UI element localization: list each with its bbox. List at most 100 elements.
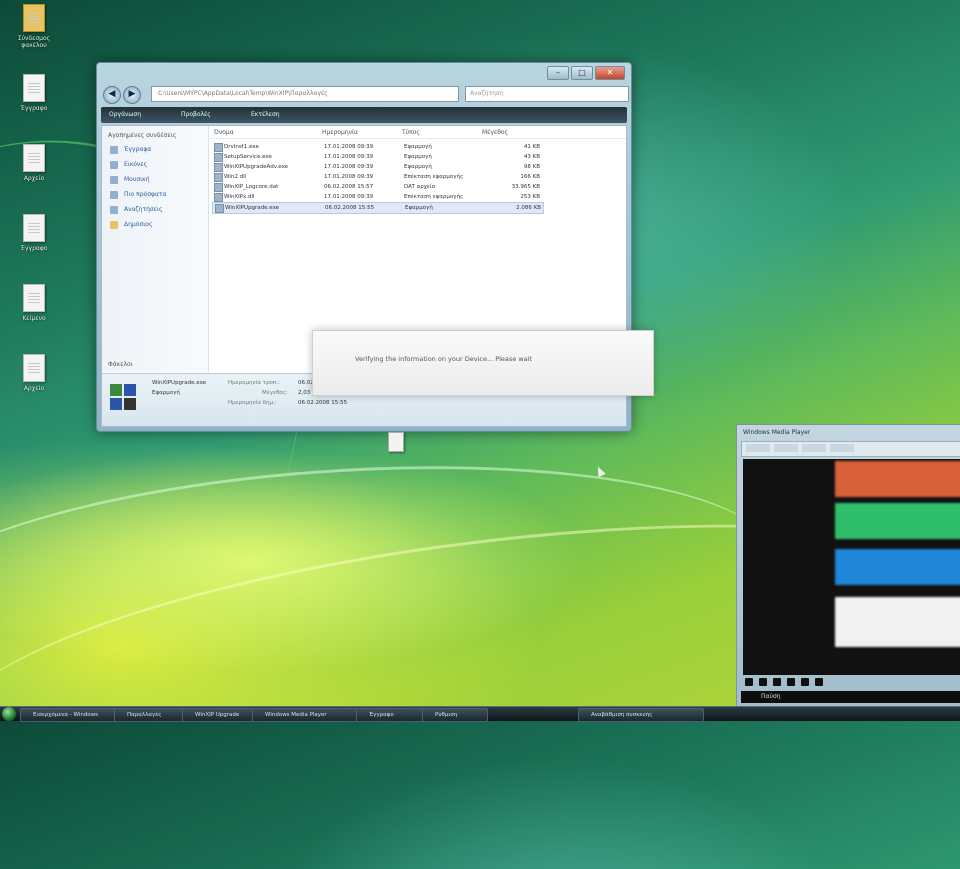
file-icon	[214, 183, 223, 192]
file-row[interactable]: WinXIPUpgradeAdv.exe 17.01.2008 09:39 Εφαρ…	[212, 162, 542, 172]
maximize-button[interactable]: □	[571, 66, 593, 80]
nav-item-searches[interactable]: Αναζητήσεις	[102, 203, 208, 218]
details-modified-label: Ημερομηνία τροπ.:	[228, 380, 280, 386]
player-status: Παύση	[741, 691, 960, 703]
media-player-window[interactable]: Windows Media Player Παύση	[736, 424, 960, 708]
document-icon	[23, 284, 45, 312]
command-toolbar: Οργάνωση Προβολές Εκτέλεση	[101, 107, 627, 123]
views-button[interactable]: Προβολές	[181, 110, 211, 120]
file-size: 41 KB	[523, 144, 540, 150]
desktop-icon-label: Έγγραφο	[20, 245, 48, 252]
minimize-button[interactable]: –	[547, 66, 569, 80]
start-button[interactable]	[2, 707, 16, 721]
address-bar[interactable]: C:\Users\MYPC\AppData\Local\Temp\WinXIP\…	[151, 86, 459, 102]
file-type: DAT αρχείο	[404, 184, 436, 190]
file-date: 17.01.2008 09:39	[324, 144, 374, 150]
column-header-size[interactable]: Μέγεθος	[482, 129, 508, 136]
desktop-icon-label: Σύνδεσμος φακέλου	[17, 35, 51, 49]
file-icon	[214, 143, 223, 152]
file-icon	[214, 153, 223, 162]
nav-item-label: Μουσική	[124, 176, 150, 183]
nav-item-music[interactable]: Μουσική	[102, 173, 208, 188]
column-header-type[interactable]: Τύπος	[402, 129, 420, 136]
file-row[interactable]: WinXIPx.dll 17.01.2008 09:39 Επέκταση εφαρ…	[212, 192, 542, 202]
nav-item-documents[interactable]: Έγγραφα	[102, 143, 208, 158]
file-date: 17.01.2008 09:39	[324, 164, 374, 170]
file-row[interactable]: DrvInst1.exe 17.01.2008 09:39 Εφαρμογή 41 K…	[212, 142, 542, 152]
next-button[interactable]	[787, 678, 795, 686]
file-icon	[214, 163, 223, 172]
column-header-date[interactable]: Ημερομηνία	[322, 129, 358, 136]
file-type: Επέκταση εφαρμογής	[404, 174, 464, 180]
desktop-icon[interactable]: Έγγραφο	[14, 74, 54, 112]
file-name: WinXIPUpgrade.exe	[225, 205, 280, 211]
folders-toggle[interactable]: Φάκελοι	[108, 361, 133, 368]
run-button[interactable]: Εκτέλεση	[251, 110, 280, 120]
notification-message: Verifying the information on your Device…	[355, 355, 533, 363]
nav-item-recent[interactable]: Πιο πρόσφατα	[102, 188, 208, 203]
desktop-icon[interactable]: Σύνδεσμος φακέλου	[14, 4, 54, 49]
wallpaper-swoosh	[0, 438, 788, 745]
desktop-icon[interactable]: Αρχείο	[14, 354, 54, 392]
file-date: 06.02.2008 15:55	[325, 205, 375, 211]
file-type: Εφαρμογή	[404, 144, 432, 150]
forward-button[interactable]: ▶	[123, 86, 141, 104]
file-size: 33.965 KB	[511, 184, 540, 190]
document-icon	[23, 354, 45, 382]
file-size: 253 KB	[520, 194, 540, 200]
desktop-file-icon[interactable]	[388, 432, 408, 454]
file-type: Εφαρμογή	[404, 154, 432, 160]
volume-icon[interactable]	[815, 678, 823, 686]
nav-item-pictures[interactable]: Εικόνες	[102, 158, 208, 173]
desktop-icon[interactable]: Κείμενο	[14, 284, 54, 322]
file-size: 98 KB	[523, 164, 540, 170]
file-row[interactable]: SetupService.exe 17.01.2008 09:39 Εφαρμογή…	[212, 152, 542, 162]
video-area[interactable]	[743, 459, 960, 675]
file-row[interactable]: WinXIP_Logcore.dat 06.02.2008 15:57 DAT αρ…	[212, 182, 542, 192]
file-row[interactable]: Win2.dll 17.01.2008 09:39 Επέκταση εφαρμογ…	[212, 172, 542, 182]
file-date: 06.02.2008 15:57	[324, 184, 374, 190]
window-controls: – □ ✕	[547, 66, 625, 80]
column-header-row: Όνομα Ημερομηνία Τύπος Μέγεθος	[210, 128, 626, 139]
desktop-icon[interactable]: Έγγραφο	[14, 214, 54, 252]
document-icon	[23, 144, 45, 172]
video-color-band	[835, 461, 960, 497]
player-menubar	[741, 441, 960, 457]
nav-item-label: Αναζητήσεις	[124, 206, 163, 213]
organize-button[interactable]: Οργάνωση	[109, 110, 141, 120]
file-name: WinXIP_Logcore.dat	[224, 184, 279, 190]
video-color-band	[835, 549, 960, 585]
file-size: 43 KB	[523, 154, 540, 160]
desktop-icon-label: Κείμενο	[22, 315, 46, 322]
stop-button[interactable]	[759, 678, 767, 686]
desktop-icon[interactable]: Αρχείο	[14, 144, 54, 182]
previous-button[interactable]	[773, 678, 781, 686]
file-name: SetupService.exe	[224, 154, 272, 160]
details-created-value: 06.02.2008 15:55	[298, 400, 348, 406]
search-input[interactable]: Αναζήτηση	[465, 86, 629, 102]
file-date: 17.01.2008 09:39	[324, 154, 374, 160]
player-menu-item[interactable]	[830, 444, 854, 452]
nav-item-public[interactable]: Δημόσιος	[102, 218, 208, 233]
player-menu-item[interactable]	[746, 444, 770, 452]
mouse-cursor-icon	[594, 464, 606, 478]
close-button[interactable]: ✕	[595, 66, 625, 80]
desktop-icon-label: Έγγραφο	[20, 105, 48, 112]
player-menu-item[interactable]	[802, 444, 826, 452]
window-titlebar[interactable]: – □ ✕	[97, 63, 631, 83]
back-button[interactable]: ◀	[103, 86, 121, 104]
verification-notification: Verifying the information on your Device…	[312, 330, 654, 396]
file-date: 17.01.2008 09:39	[324, 174, 374, 180]
nav-item-label: Έγγραφα	[124, 146, 152, 153]
file-name: Win2.dll	[224, 174, 247, 180]
favorite-links-header: Αγαπημένες συνδέσεις	[108, 132, 177, 139]
searches-icon	[110, 206, 118, 214]
file-row[interactable]: WinXIPUpgrade.exe 06.02.2008 15:55 Εφαρμογ…	[212, 202, 544, 214]
player-menu-item[interactable]	[774, 444, 798, 452]
column-header-name[interactable]: Όνομα	[214, 129, 234, 136]
music-icon	[110, 176, 118, 184]
file-icon	[214, 193, 223, 202]
mute-button[interactable]	[801, 678, 809, 686]
play-button[interactable]	[745, 678, 753, 686]
documents-icon	[110, 146, 118, 154]
